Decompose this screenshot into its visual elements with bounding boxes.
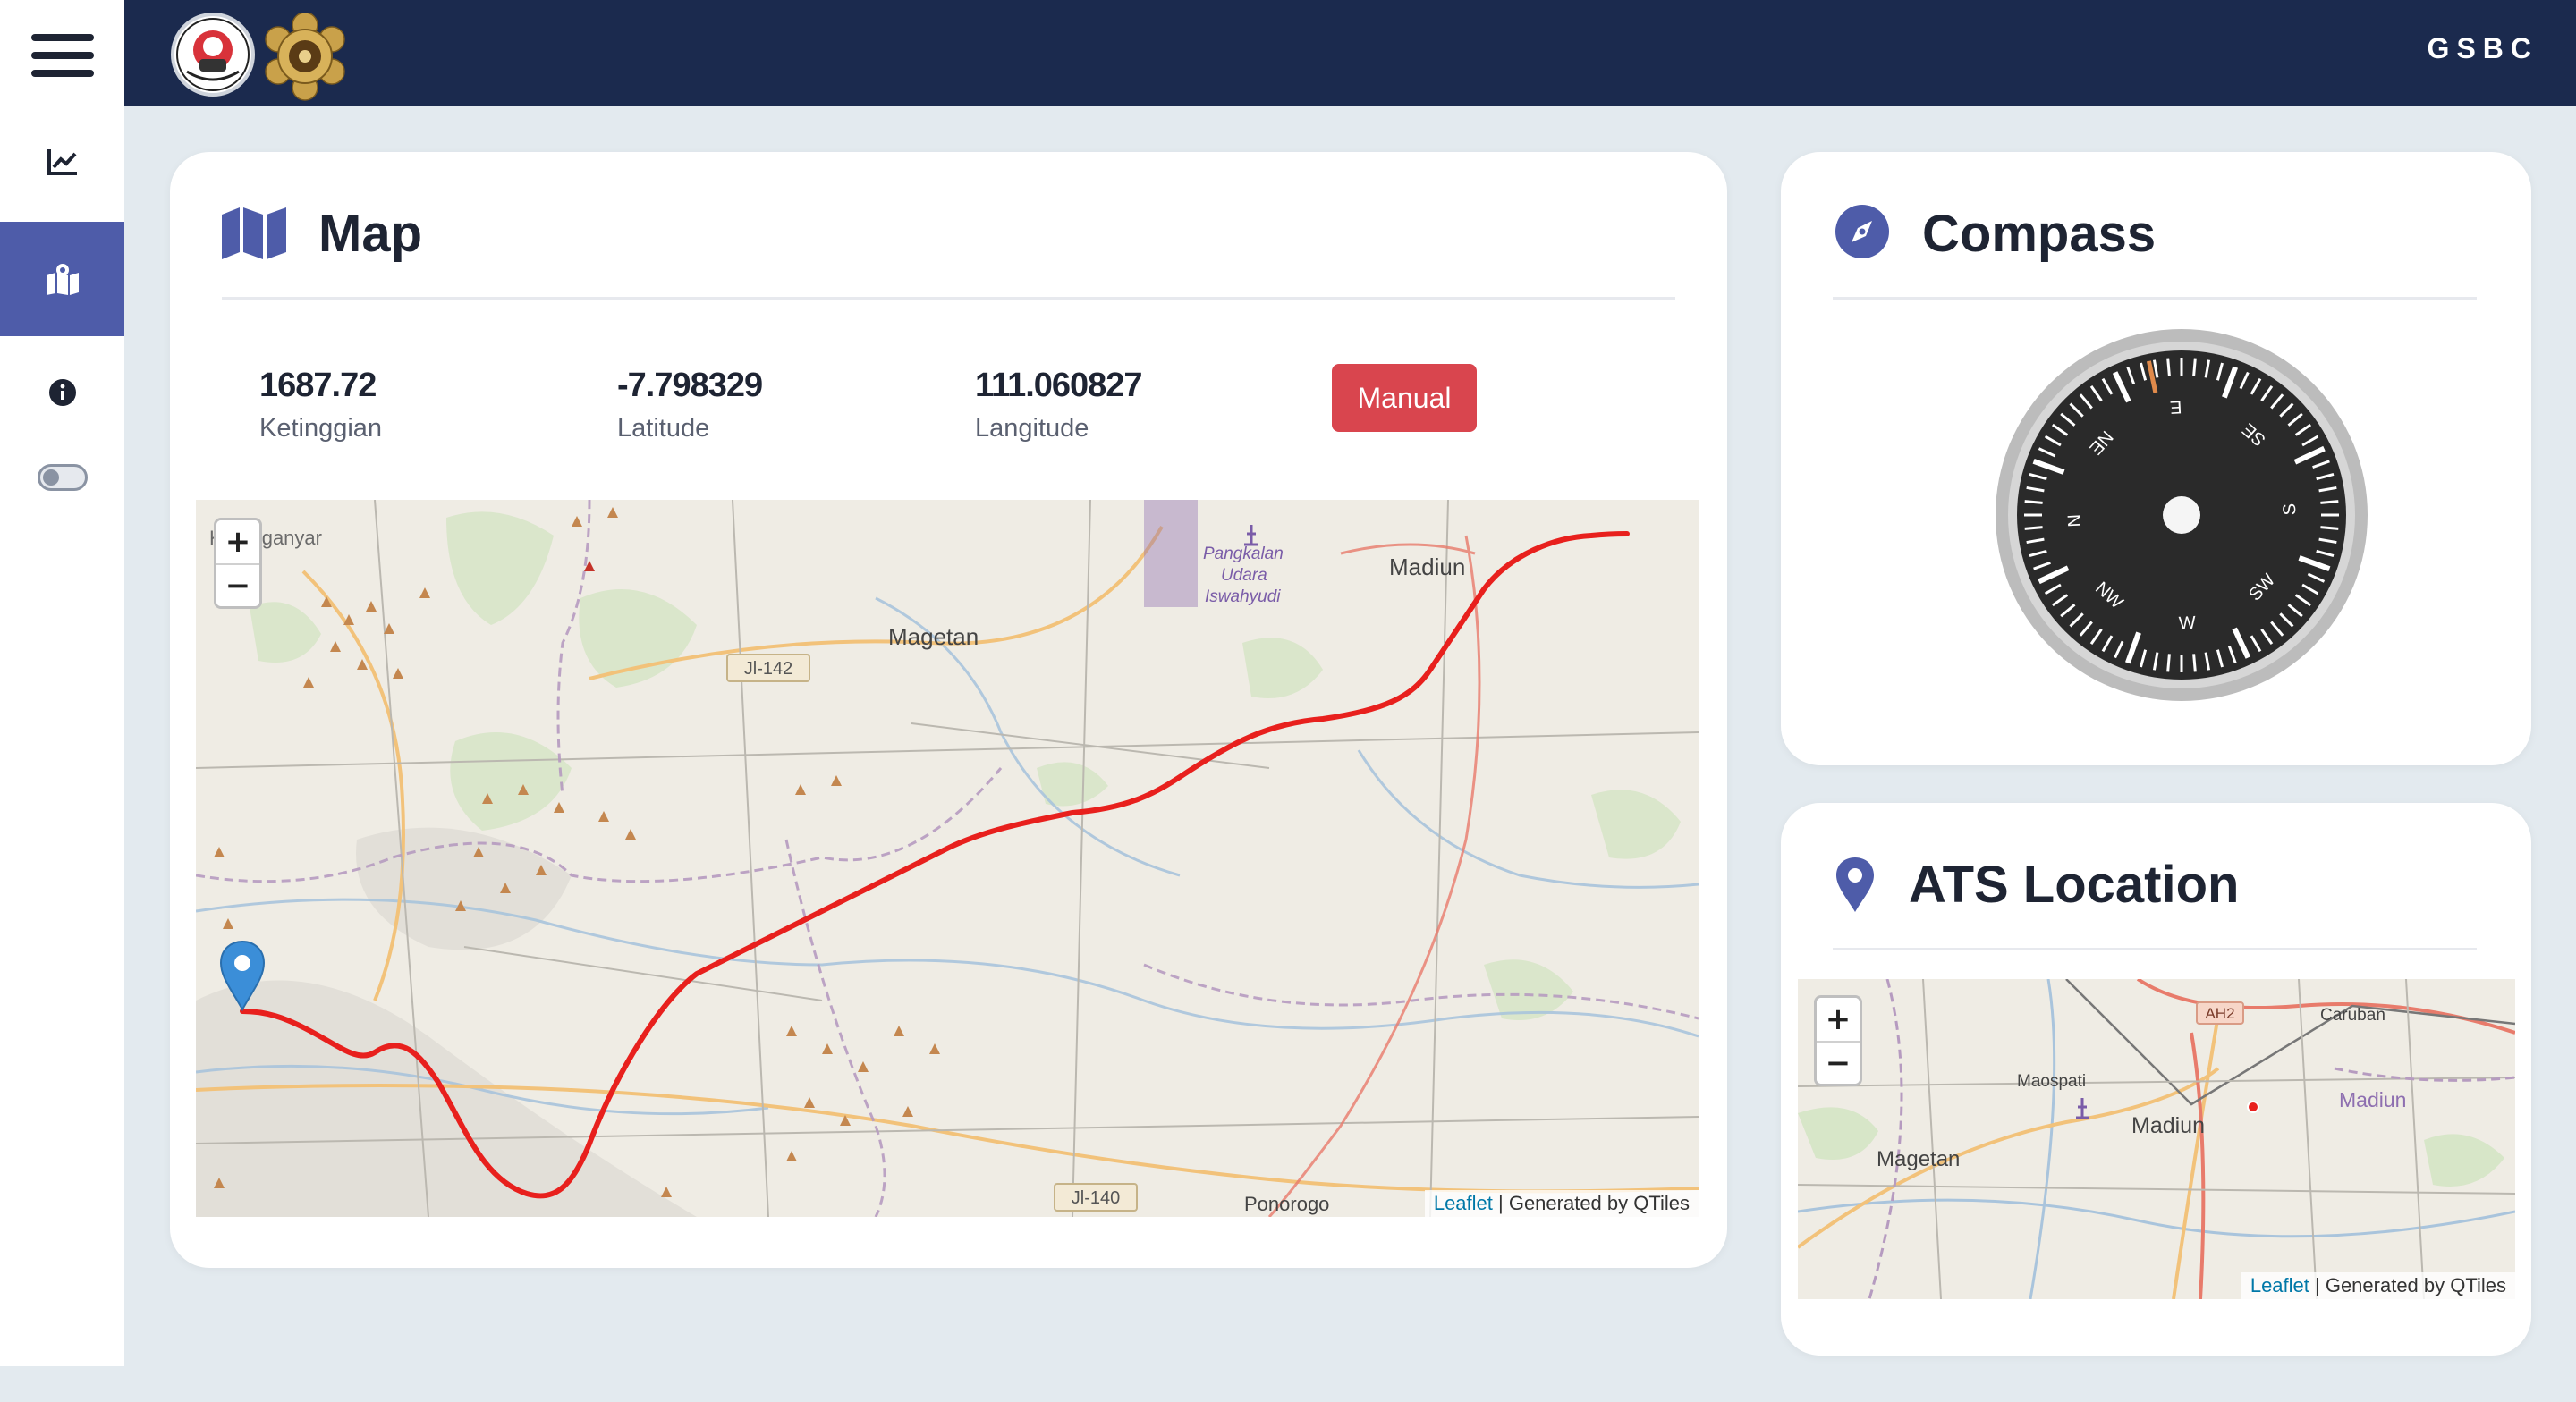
flight-map-zoom-control: + −: [214, 518, 262, 609]
sidebar: [0, 0, 124, 1366]
ats-location-dot: [2247, 1101, 2259, 1113]
flight-map-tiles: Jl-142 Jl-140: [196, 500, 1699, 1217]
leaflet-link[interactable]: Leaflet: [1434, 1192, 1493, 1214]
ats-place-magetan: Magetan: [1877, 1147, 1961, 1171]
compass-tick: [2166, 654, 2171, 672]
compass-tick: [2024, 526, 2043, 530]
ats-attribution-text: | Generated by QTiles: [2309, 1274, 2506, 1296]
flight-map[interactable]: Jl-142 Jl-140 Karanganyar Magetan Madiun…: [196, 500, 1699, 1217]
university-logo: [171, 13, 255, 97]
compass-direction-label: E: [2169, 397, 2182, 418]
compass-tick: [2320, 526, 2339, 530]
chart-line-icon: [47, 149, 77, 175]
compass-tick: [2320, 500, 2339, 504]
theme-toggle-item[interactable]: [0, 452, 124, 503]
compass-tick: [2192, 358, 2197, 376]
zoom-in-button[interactable]: +: [216, 520, 259, 563]
compass-icon: [1835, 205, 1889, 258]
map-card: Map 1687.72 Ketinggian -7.798329 Latitud…: [170, 152, 1727, 1268]
gadjah-mada-logo: [260, 12, 345, 101]
compass-tick: [2166, 358, 2171, 376]
ats-map-zoom-control: + −: [1814, 995, 1862, 1086]
ats-map[interactable]: AH2 Magetan Madiun Maospati Caruban Madi…: [1798, 979, 2515, 1299]
ats-place-madiun-region: Madiun: [2339, 1088, 2407, 1111]
brand-name: GSBC: [2427, 32, 2538, 64]
altitude-label: Ketinggian: [259, 414, 383, 443]
ats-zoom-out-button[interactable]: −: [1817, 1041, 1860, 1084]
hamburger-icon: [30, 29, 94, 82]
compass-center: [2163, 496, 2200, 534]
compass-card-title: Compass: [1922, 205, 2157, 263]
longitude-value: 111.060827: [975, 367, 1143, 404]
attribution-text: | Generated by QTiles: [1492, 1192, 1690, 1214]
longitude-stat: 111.060827 Langitude: [975, 367, 1143, 443]
ats-place-maospati: Maospati: [2017, 1072, 2087, 1091]
map-card-title: Map: [318, 205, 422, 263]
place-label-madiun: Madiun: [1389, 553, 1466, 580]
compass-card: Compass SE S SW W NW N NE E: [1781, 152, 2531, 765]
sidebar-item-chart[interactable]: [0, 131, 124, 193]
ats-card-title: ATS Location: [1909, 856, 2240, 914]
map-marker-pin-icon: [1836, 857, 1874, 912]
place-label-udara: Udara: [1221, 566, 1267, 585]
place-label-pangkalan: Pangkalan: [1203, 545, 1284, 563]
longitude-label: Langitude: [975, 414, 1089, 443]
menu-button[interactable]: [0, 20, 124, 91]
ats-card-divider: [1833, 948, 2477, 950]
latitude-value: -7.798329: [617, 367, 763, 404]
compass-direction-label: S: [2280, 503, 2301, 515]
latitude-label: Latitude: [617, 414, 710, 443]
zoom-out-button[interactable]: −: [216, 563, 259, 606]
latitude-stat: -7.798329 Latitude: [617, 367, 763, 443]
map-fold-icon: [222, 207, 286, 259]
compass-dial: SESSWWNWNNEE: [1996, 329, 2368, 701]
compass-tick: [2024, 500, 2043, 504]
ats-map-attribution: Leaflet | Generated by QTiles: [2241, 1272, 2515, 1299]
ats-zoom-in-button[interactable]: +: [1817, 998, 1860, 1041]
altitude-stat: 1687.72 Ketinggian: [259, 367, 382, 443]
map-card-divider: [222, 297, 1675, 300]
sidebar-item-map[interactable]: [0, 222, 124, 336]
ats-place-madiun-city: Madiun: [2131, 1113, 2205, 1138]
place-label-magetan: Magetan: [888, 623, 979, 650]
info-icon: [48, 379, 76, 406]
compass-direction-label: W: [2178, 613, 2196, 634]
ats-map-tiles: AH2: [1798, 979, 2515, 1299]
place-label-ponorogo: Ponorogo: [1244, 1193, 1330, 1215]
road-label-jl142: Jl-142: [744, 659, 792, 679]
road-label-jl140: Jl-140: [1072, 1188, 1120, 1208]
theme-toggle[interactable]: [37, 464, 88, 491]
place-label-iswahyudi: Iswahyudi: [1205, 587, 1281, 606]
map-marked-icon: [46, 264, 79, 295]
ats-location-card: ATS Location AH2 Magetan Madiun Maospati…: [1781, 803, 2531, 1356]
ats-leaflet-link[interactable]: Leaflet: [2250, 1274, 2309, 1296]
sidebar-item-info[interactable]: [0, 361, 124, 424]
compass-tick: [2192, 654, 2197, 672]
road-label-ah2: AH2: [2205, 1005, 2234, 1022]
manual-mode-button[interactable]: Manual: [1332, 364, 1477, 432]
map-attribution: Leaflet | Generated by QTiles: [1424, 1190, 1699, 1217]
compass-direction-label: N: [2063, 514, 2084, 528]
top-header: GSBC: [124, 0, 2576, 106]
compass-card-divider: [1833, 297, 2477, 300]
ats-place-caruban: Caruban: [2320, 1006, 2385, 1025]
altitude-value: 1687.72: [259, 367, 377, 404]
